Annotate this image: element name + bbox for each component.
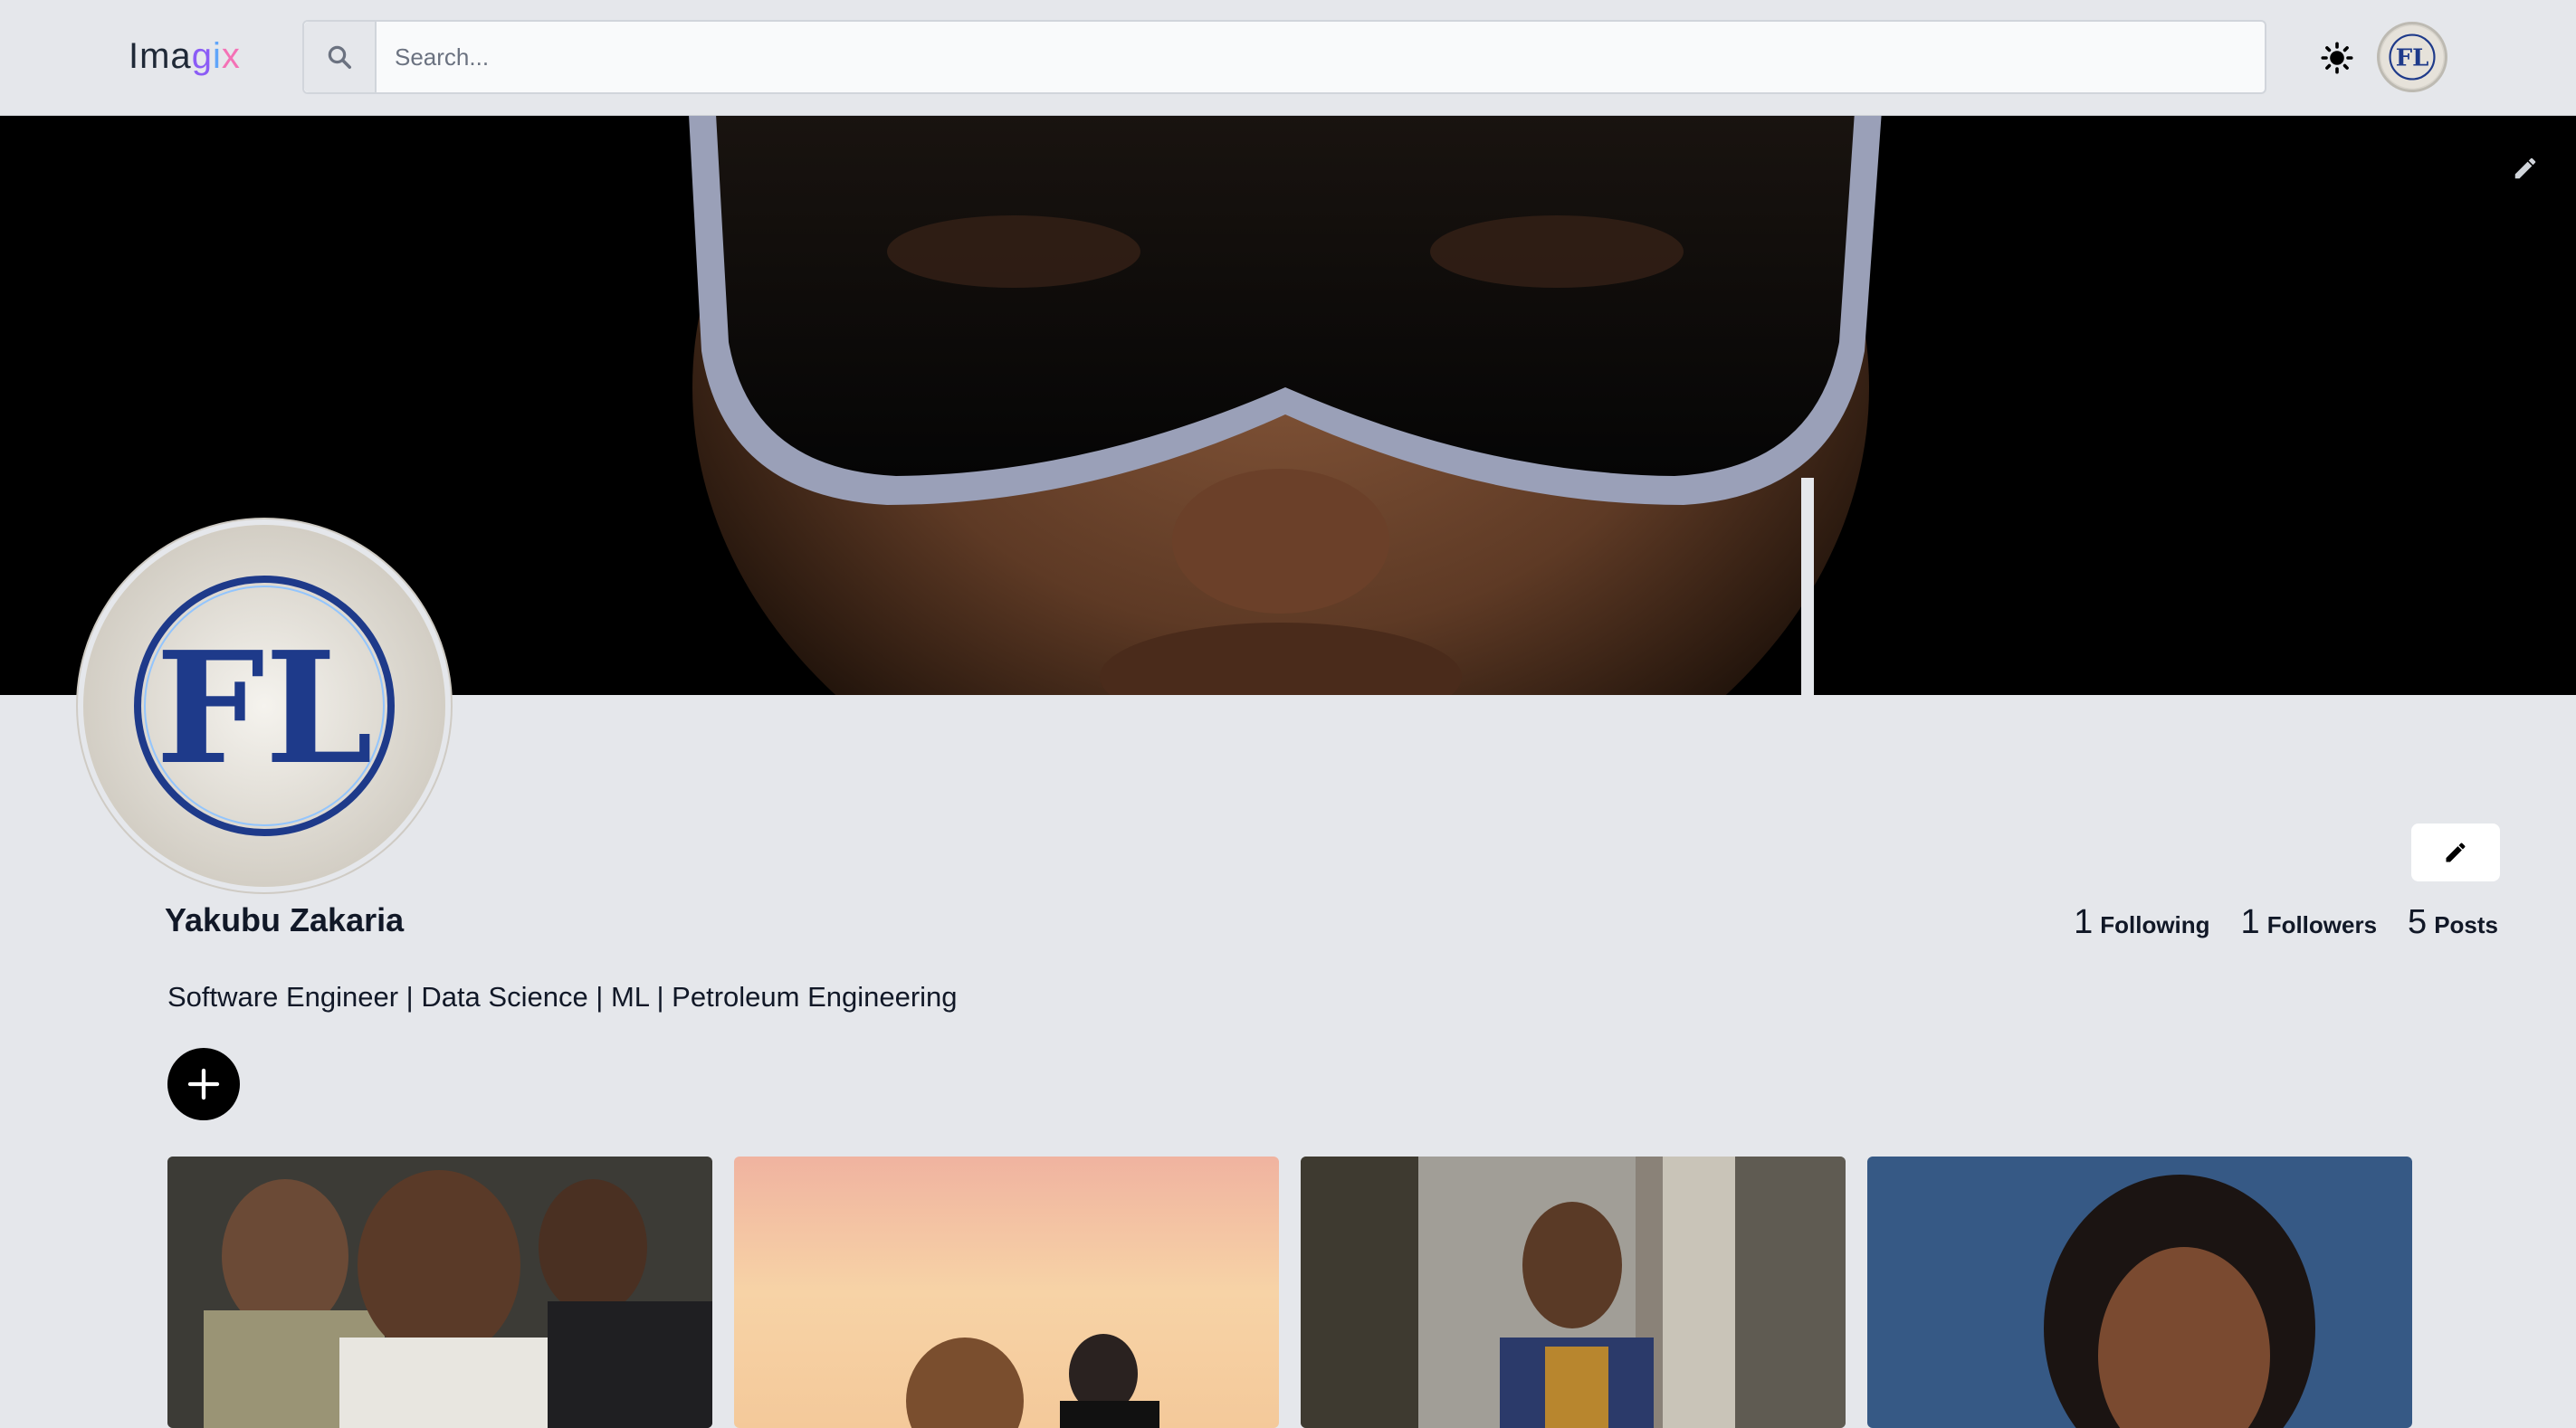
logo-letter-i: i — [212, 36, 222, 76]
stat-value: 5 — [2408, 903, 2428, 941]
plus-icon — [187, 1068, 220, 1100]
pencil-icon — [2446, 843, 2466, 862]
logo-letter-x: x — [221, 36, 241, 76]
user-avatar[interactable]: FL — [2377, 22, 2447, 92]
app-logo[interactable]: Imagix — [129, 36, 241, 77]
logo-letter-g: g — [191, 36, 213, 76]
search-bar — [302, 20, 2266, 94]
post-thumbnail[interactable] — [1301, 1157, 1846, 1428]
stat-label: Followers — [2266, 911, 2378, 938]
profile-avatar[interactable]: FL — [78, 519, 451, 892]
add-post-button[interactable] — [167, 1048, 240, 1120]
sun-icon — [2321, 42, 2353, 74]
edit-profile-button[interactable] — [2411, 823, 2500, 881]
stat-label: Following — [2100, 911, 2210, 938]
logo-text: Ima — [129, 36, 192, 76]
avatar-monogram: FL — [2396, 44, 2429, 71]
top-navbar: Imagix FL — [0, 0, 2576, 116]
post-thumbnail[interactable] — [734, 1157, 1279, 1428]
post-thumbnail[interactable] — [1867, 1157, 2412, 1428]
avatar-monogram: FL — [156, 618, 373, 799]
post-thumbnail[interactable] — [167, 1157, 712, 1428]
stat-value: 1 — [2074, 903, 2094, 941]
search-input[interactable] — [377, 22, 2259, 92]
profile-name: Yakubu Zakaria — [165, 901, 405, 938]
profile-bio: Software Engineer | Data Science | ML | … — [167, 981, 958, 1013]
theme-toggle-button[interactable] — [2317, 38, 2357, 78]
cover-edit-button[interactable] — [2507, 150, 2543, 186]
search-icon[interactable] — [304, 22, 377, 92]
stat-value: 1 — [2240, 903, 2260, 941]
stat-label: Posts — [2434, 911, 2498, 938]
profile-stats: 1 Following 1 Followers 5 Posts — [2074, 903, 2498, 942]
pencil-icon — [2514, 157, 2536, 179]
stat-posts[interactable]: 5 Posts — [2408, 903, 2498, 942]
posts-grid — [167, 1157, 2412, 1428]
stat-followers[interactable]: 1 Followers — [2241, 903, 2378, 942]
stat-following[interactable]: 1 Following — [2074, 903, 2209, 942]
